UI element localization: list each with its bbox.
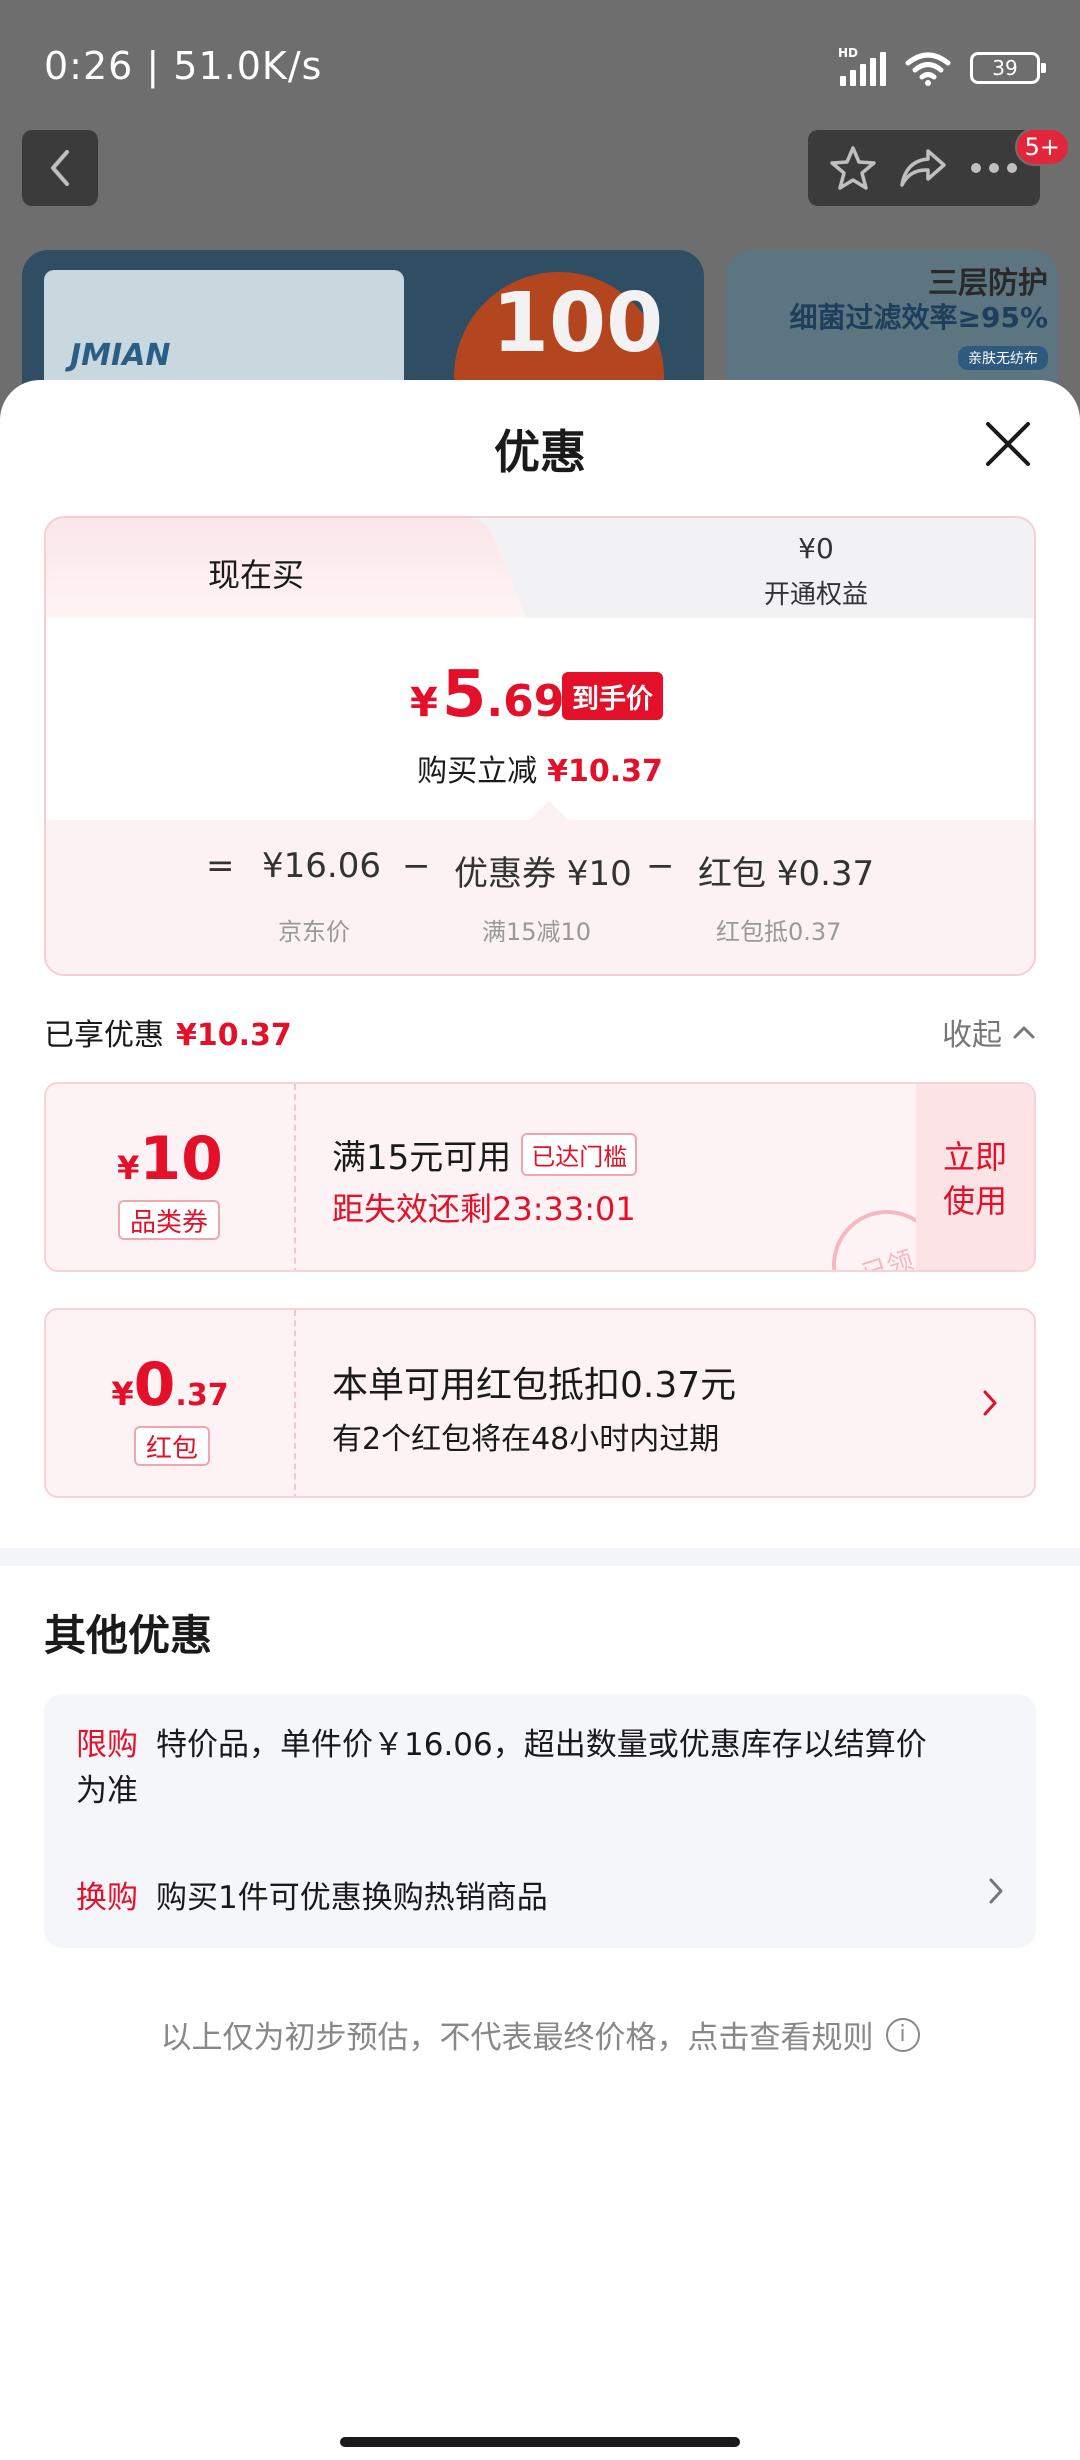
collapse-label: 收起: [942, 1018, 1002, 1053]
coupon-body: 满15元可用 已达门槛 距失效还剩23:33:01: [332, 1084, 914, 1270]
reduce-line: 购买立减 ¥10.37: [46, 746, 1034, 790]
redpack-card[interactable]: ¥0.37 红包 本单可用红包抵扣0.37元 有2个红包将在48小时内过期: [44, 1308, 1036, 1498]
discount-sheet: 优惠 现在买 ¥0 开通权益 ¥ 5 .69 到手价 购买立减 ¥10.37 = …: [0, 380, 1080, 2460]
section-divider: [0, 1548, 1080, 1566]
enjoyed-discount: 已享优惠 ¥10.37: [44, 1010, 292, 1054]
product-count: 100: [492, 276, 664, 371]
chevron-right-icon[interactable]: [986, 1876, 1006, 1906]
jd-price: ¥16.06: [262, 846, 381, 886]
equals-sign: =: [206, 846, 235, 886]
tab-strip: 现在买 ¥0 开通权益: [46, 518, 1034, 618]
price-card: 现在买 ¥0 开通权益 ¥ 5 .69 到手价 购买立减 ¥10.37 = ¥16…: [44, 516, 1036, 976]
coupon-type-tag: 品类券: [118, 1200, 221, 1240]
coupon-value-yen: ¥: [117, 1149, 140, 1187]
product-brand: JMIAN: [70, 338, 171, 373]
use-now-line-1: 立即: [942, 1138, 1007, 1176]
tab-membership-price[interactable]: ¥0: [746, 532, 886, 565]
redpack-line-2: 有2个红包将在48小时内过期: [332, 1422, 720, 1457]
status-bar: 0:26 | 51.0K/s HD 39: [0, 0, 1080, 130]
redpack-value-int: 0: [133, 1350, 176, 1420]
offer-exchange-text: 购买1件可优惠换购热销商品: [156, 1880, 548, 1916]
redpack-type-tag: 红包: [134, 1426, 211, 1466]
offer-exchange-tag: 换购: [76, 1880, 138, 1916]
final-price-int: 5: [441, 658, 487, 732]
offer-limited-text: 特价品，单件价￥16.06，超出数量或优惠库存以结算价为准: [76, 1727, 927, 1809]
chevron-right-icon: [983, 1390, 997, 1416]
coupon-amount: 优惠券 ¥10: [454, 854, 632, 894]
redpack-value-yen: ¥: [111, 1375, 134, 1413]
home-indicator[interactable]: [340, 2437, 740, 2447]
coupon-value-number: 10: [139, 1124, 223, 1194]
back-button[interactable]: [22, 130, 98, 206]
reduce-amount: ¥10.37: [547, 754, 663, 789]
redpack-caption: 红包抵0.37: [716, 918, 842, 946]
info-icon: i: [885, 2017, 920, 2052]
share-icon[interactable]: [898, 145, 948, 191]
collapse-toggle[interactable]: 收起: [942, 1010, 1036, 1054]
redpack-line-1: 本单可用红包抵扣0.37元: [332, 1365, 737, 1406]
sheet-title: 优惠: [494, 425, 586, 479]
redpack-value-dec: .37: [175, 1378, 229, 1413]
coupon-condition: 满15元可用: [332, 1138, 512, 1178]
promo-line-3: 亲肤无纺布: [958, 346, 1048, 370]
more-icon[interactable]: [969, 161, 1019, 175]
signal-icon: HD: [838, 46, 886, 86]
background-page: 0:26 | 51.0K/s HD 39 5+ JMIAN 100 三层防护 细…: [0, 0, 1080, 450]
breakdown-row: = ¥16.06 − 优惠券 ¥10 − 红包 ¥0.37: [46, 846, 1034, 896]
enjoyed-amount: ¥10.37: [176, 1018, 292, 1053]
promo-line-2: 细菌过滤效率≥95%: [789, 301, 1048, 334]
rules-footnote[interactable]: 以上仅为初步预估，不代表最终价格，点击查看规则 i: [0, 2012, 1080, 2057]
final-price-yen: ¥: [410, 680, 438, 726]
category-coupon-card: ¥10 品类券 满15元可用 已达门槛 距失效还剩23:33:01 已领 立即 …: [44, 1082, 1036, 1272]
status-icons: HD 39: [838, 46, 1046, 88]
final-price-block: ¥ 5 .69 到手价 购买立减 ¥10.37: [46, 618, 1034, 818]
redpack-value-panel: ¥0.37 红包: [46, 1310, 296, 1496]
jd-price-caption: 京东价: [278, 918, 350, 946]
reduce-label: 购买立减: [417, 754, 538, 789]
network-tag: HD: [838, 46, 859, 60]
offer-exchange[interactable]: 换购 购买1件可优惠换购热销商品: [76, 1872, 548, 1917]
final-price-tag: 到手价: [562, 672, 663, 720]
tab-membership-label[interactable]: 开通权益: [716, 574, 916, 611]
coupon-countdown: 距失效还剩23:33:01: [332, 1190, 636, 1228]
reached-threshold-tag: 已达门槛: [521, 1133, 638, 1176]
top-action-group: [808, 130, 1040, 206]
coupon-condition-line: 满15元可用 已达门槛: [332, 1130, 638, 1179]
close-icon[interactable]: [980, 416, 1036, 472]
other-offers-box: 限购 特价品，单件价￥16.06，超出数量或优惠库存以结算价为准 换购 购买1件可优…: [44, 1694, 1036, 1948]
offer-limited: 限购 特价品，单件价￥16.06，超出数量或优惠库存以结算价为准: [76, 1722, 956, 1814]
other-offers-title: 其他优惠: [44, 1611, 213, 1660]
footnote-text: 以上仅为初步预估，不代表最终价格，点击查看规则: [160, 2020, 874, 2056]
coupon-value: ¥10: [46, 1124, 294, 1194]
battery-icon: 39: [970, 52, 1046, 84]
redpack-value: ¥0.37: [46, 1350, 294, 1420]
enjoyed-label: 已享优惠: [44, 1018, 164, 1053]
use-now-button[interactable]: 立即 使用: [916, 1084, 1034, 1270]
status-time: 0:26 | 51.0K/s: [44, 44, 323, 88]
use-now-line-2: 使用: [942, 1182, 1007, 1220]
final-price: ¥ 5 .69: [410, 658, 564, 732]
chevron-up-icon: [1013, 1026, 1035, 1039]
tab-buy-now-label[interactable]: 现在买: [208, 550, 304, 596]
coupon-caption: 满15减10: [482, 918, 592, 946]
message-badge: 5+: [1014, 128, 1070, 166]
minus-sign-2: −: [646, 846, 675, 886]
wifi-icon: [905, 52, 951, 86]
star-icon[interactable]: [829, 144, 877, 192]
final-price-dec: .69: [486, 676, 565, 727]
redpack-amount: 红包 ¥0.37: [698, 854, 875, 894]
offer-limited-tag: 限购: [76, 1727, 138, 1763]
minus-sign-1: −: [402, 846, 431, 886]
chevron-left-icon: [51, 150, 69, 186]
price-breakdown: = ¥16.06 − 优惠券 ¥10 − 红包 ¥0.37 京东价 满15减10…: [46, 820, 1034, 974]
coupon-value-panel: ¥10 品类券: [46, 1084, 296, 1270]
redpack-body: 本单可用红包抵扣0.37元 有2个红包将在48小时内过期: [332, 1310, 914, 1496]
